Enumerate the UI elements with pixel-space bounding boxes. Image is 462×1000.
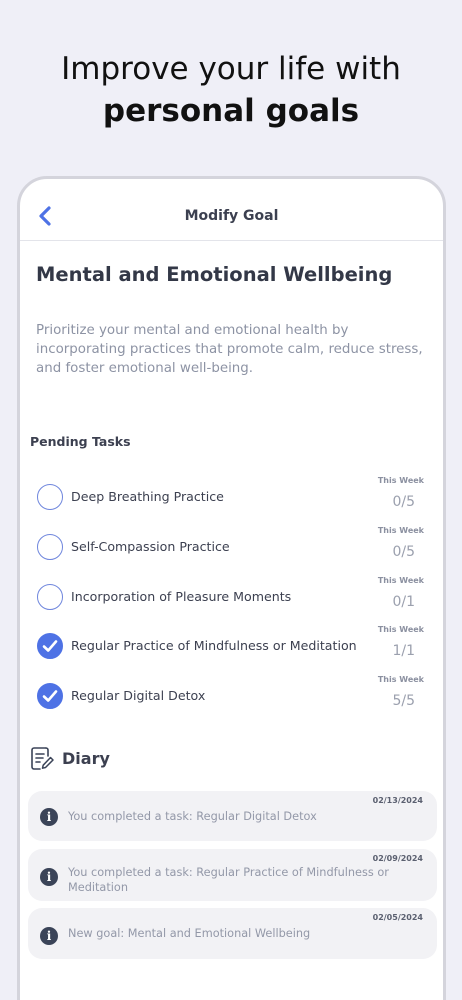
task-row[interactable]: Regular Digital Detox This Week 5/5 bbox=[20, 675, 443, 723]
task-progress: 0/1 bbox=[392, 594, 415, 610]
task-checkbox-checked[interactable] bbox=[37, 633, 63, 659]
task-period: This Week bbox=[377, 476, 424, 485]
notebook-edit-icon bbox=[31, 747, 54, 770]
task-row[interactable]: Incorporation of Pleasure Moments This W… bbox=[20, 576, 443, 624]
entry-date: 02/05/2024 bbox=[372, 913, 423, 922]
diary-entry: 02/13/2024 i You completed a task: Regul… bbox=[28, 791, 437, 841]
task-period: This Week bbox=[377, 526, 424, 535]
task-name: Regular Practice of Mindfulness or Medit… bbox=[71, 638, 357, 653]
diary-label: Diary bbox=[62, 749, 110, 768]
task-row[interactable]: Deep Breathing Practice This Week 0/5 bbox=[20, 476, 443, 524]
task-period: This Week bbox=[377, 625, 424, 634]
task-name: Self-Compassion Practice bbox=[71, 539, 230, 554]
task-checkbox[interactable] bbox=[37, 584, 63, 610]
phone-frame: Modify Goal Mental and Emotional Wellbei… bbox=[17, 176, 446, 1000]
task-row[interactable]: Self-Compassion Practice This Week 0/5 bbox=[20, 526, 443, 574]
goal-title: Mental and Emotional Wellbeing bbox=[36, 263, 393, 286]
task-progress: 0/5 bbox=[392, 494, 415, 510]
info-icon: i bbox=[40, 927, 58, 945]
task-checkbox[interactable] bbox=[37, 534, 63, 560]
entry-text: New goal: Mental and Emotional Wellbeing bbox=[68, 927, 311, 940]
diary-header: Diary bbox=[30, 745, 230, 773]
task-period: This Week bbox=[377, 675, 424, 684]
pending-tasks-label: Pending Tasks bbox=[30, 434, 131, 449]
task-row[interactable]: Regular Practice of Mindfulness or Medit… bbox=[20, 625, 443, 673]
checkmark-icon bbox=[42, 640, 58, 652]
task-progress: 1/1 bbox=[392, 643, 415, 659]
task-checkbox[interactable] bbox=[37, 484, 63, 510]
task-name: Incorporation of Pleasure Moments bbox=[71, 589, 292, 604]
info-icon: i bbox=[40, 868, 58, 886]
task-period: This Week bbox=[377, 576, 424, 585]
task-progress: 5/5 bbox=[392, 693, 415, 709]
page-title: Modify Goal bbox=[184, 208, 279, 224]
task-name: Deep Breathing Practice bbox=[71, 489, 224, 504]
diary-entry: 02/09/2024 i You completed a task: Regul… bbox=[28, 849, 437, 901]
navbar: Modify Goal bbox=[20, 179, 443, 241]
entry-date: 02/09/2024 bbox=[372, 854, 423, 863]
entry-date: 02/13/2024 bbox=[372, 796, 423, 805]
task-name: Regular Digital Detox bbox=[71, 688, 206, 703]
goal-description: Prioritize your mental and emotional hea… bbox=[36, 323, 423, 376]
info-icon: i bbox=[40, 808, 58, 826]
checkmark-icon bbox=[42, 690, 58, 702]
entry-text: You completed a task: Regular Practice o… bbox=[68, 866, 389, 894]
promo-line-1: Improve your life with bbox=[61, 51, 401, 87]
promo-headline: Improve your life with personal goals bbox=[0, 48, 462, 132]
task-checkbox-checked[interactable] bbox=[37, 683, 63, 709]
promo-line-2: personal goals bbox=[102, 93, 360, 129]
diary-entry: 02/05/2024 i New goal: Mental and Emotio… bbox=[28, 908, 437, 959]
task-progress: 0/5 bbox=[392, 544, 415, 560]
entry-text: You completed a task: Regular Digital De… bbox=[68, 810, 317, 823]
